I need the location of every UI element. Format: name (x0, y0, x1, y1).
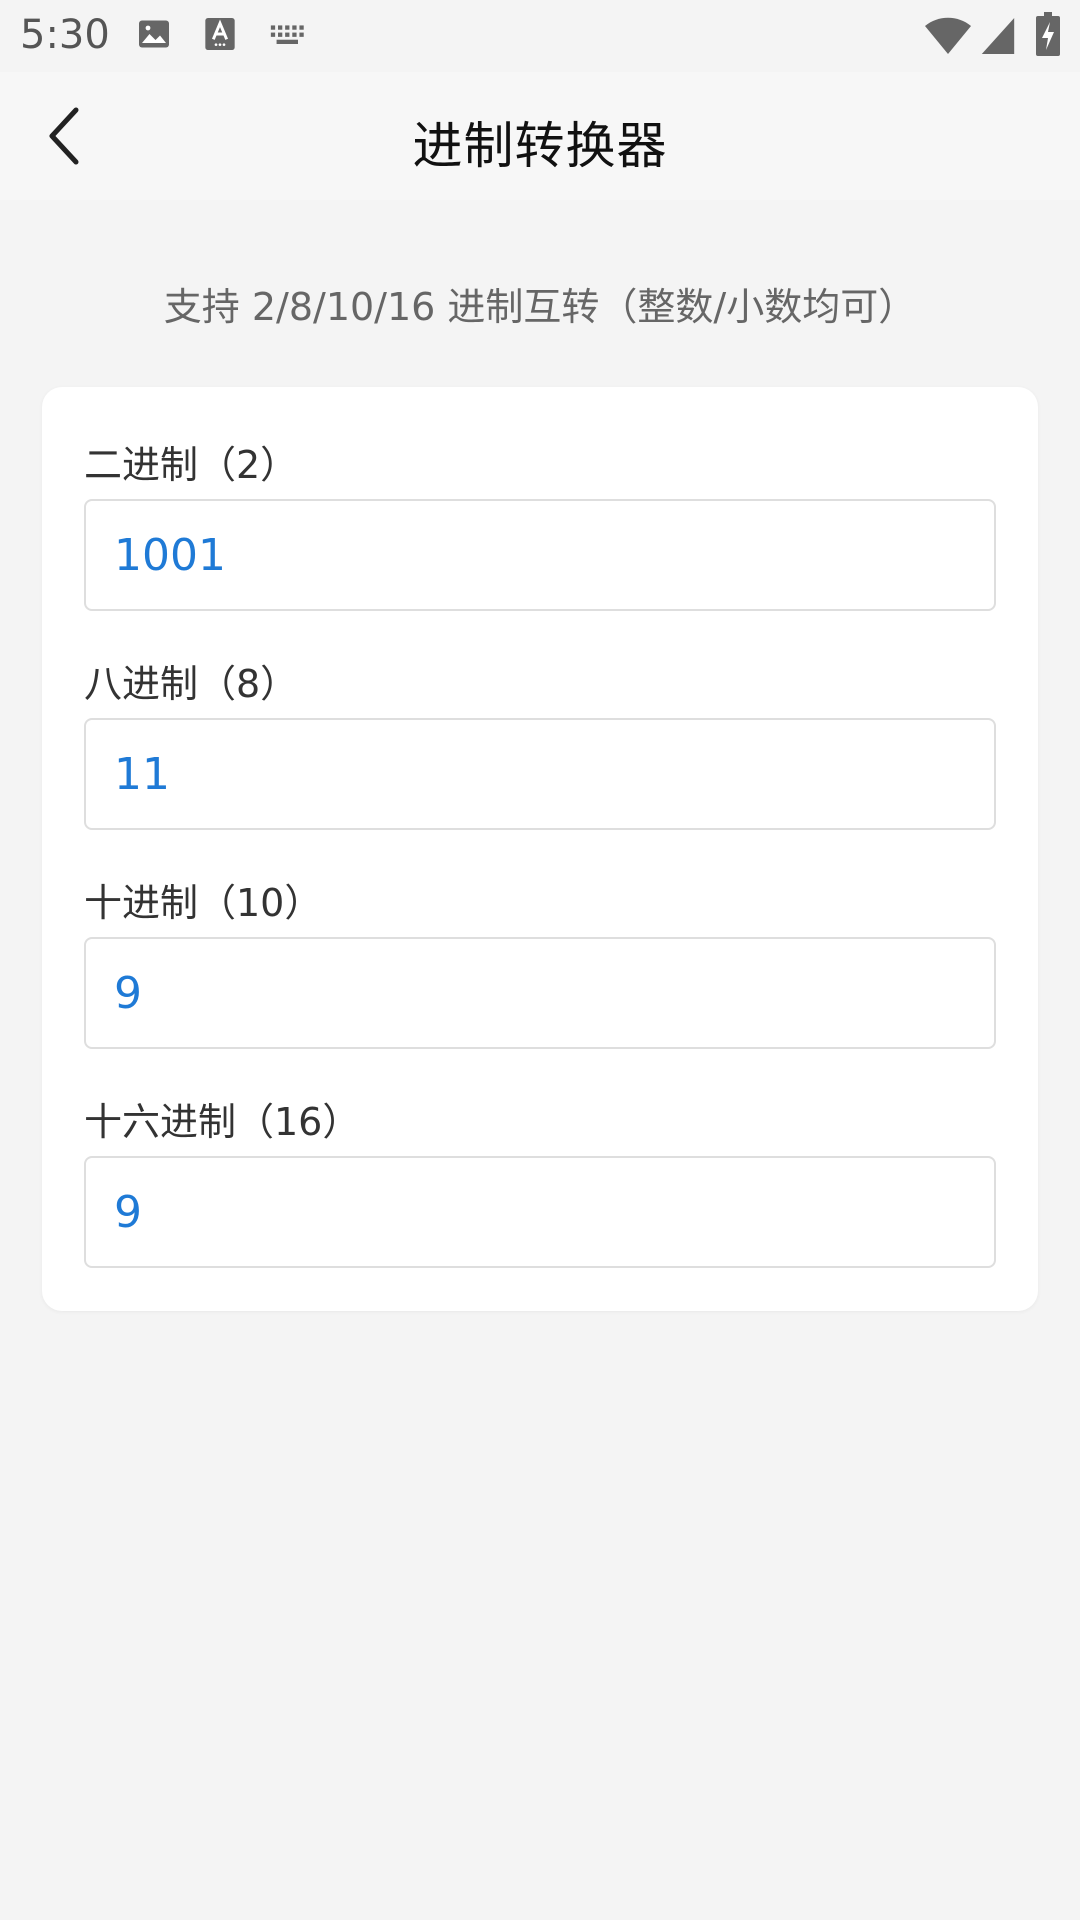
decimal-label: 十进制（10） (84, 881, 323, 925)
hex-label: 十六进制（16） (84, 1100, 361, 1144)
keyboard-icon (268, 16, 308, 56)
binary-label: 二进制（2） (84, 443, 299, 487)
octal-input[interactable] (84, 718, 996, 830)
image-icon (136, 16, 172, 56)
battery-charging-icon (1036, 12, 1060, 56)
hex-input[interactable] (84, 1156, 996, 1268)
status-bar: 5:30 (0, 0, 1080, 72)
octal-label: 八进制（8） (84, 662, 299, 706)
page-title: 进制转换器 (412, 117, 668, 175)
wifi-icon (924, 16, 972, 56)
binary-input[interactable] (84, 499, 996, 611)
decimal-input[interactable] (84, 937, 996, 1049)
status-time: 5:30 (20, 12, 110, 58)
app-header: 进制转换器 (0, 72, 1080, 200)
signal-icon (980, 16, 1016, 56)
text-a-icon (204, 16, 236, 56)
subtitle: 支持 2/8/10/16 进制互转（整数/小数均可） (163, 285, 917, 329)
